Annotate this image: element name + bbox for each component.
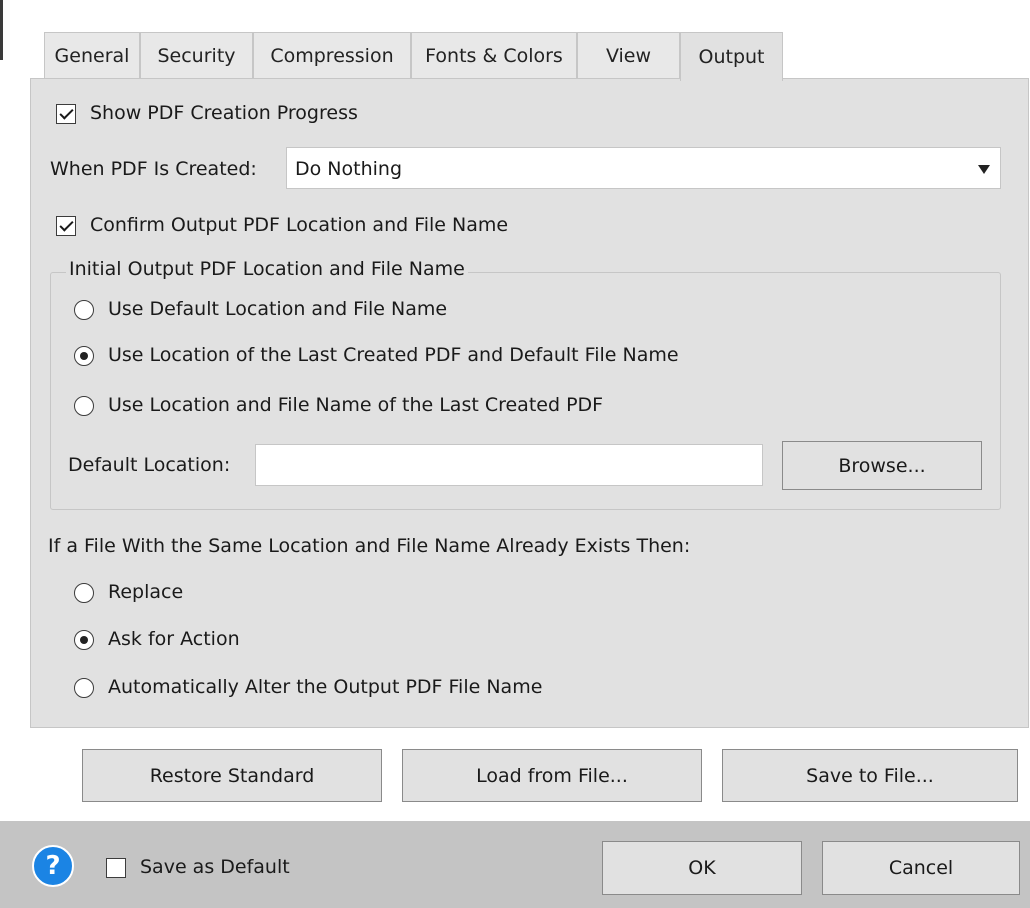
tab-general[interactable]: General — [44, 32, 140, 79]
tab-output[interactable]: Output — [680, 32, 783, 81]
save-to-file-label: Save to File... — [806, 764, 934, 787]
initial-output-group-title: Initial Output PDF Location and File Nam… — [66, 258, 468, 280]
radio-auto-alter-label: Automatically Alter the Output PDF File … — [108, 676, 543, 698]
when-created-select[interactable]: Do Nothing — [286, 147, 1001, 189]
chevron-down-icon — [978, 165, 990, 174]
restore-standard-label: Restore Standard — [149, 764, 315, 787]
radio-last-location-default-name-label: Use Location of the Last Created PDF and… — [108, 344, 679, 366]
radio-replace[interactable] — [74, 583, 94, 603]
tab-view[interactable]: View — [577, 32, 680, 79]
save-as-default-label: Save as Default — [140, 856, 290, 878]
cancel-button[interactable]: Cancel — [822, 841, 1020, 895]
confirm-output-label: Confirm Output PDF Location and File Nam… — [90, 214, 509, 236]
confirm-output-checkbox[interactable] — [56, 216, 76, 236]
show-progress-label: Show PDF Creation Progress — [90, 102, 358, 124]
tab-label: Compression — [270, 45, 394, 67]
radio-last-location-default-name[interactable] — [74, 346, 94, 366]
ok-button-label: OK — [688, 857, 716, 879]
cancel-button-label: Cancel — [888, 857, 954, 879]
save-as-default-checkbox[interactable] — [106, 858, 126, 878]
tab-label: General — [54, 45, 130, 67]
file-exists-label: If a File With the Same Location and Fil… — [48, 535, 691, 557]
show-progress-checkbox[interactable] — [56, 104, 76, 124]
window-left-edge — [0, 0, 3, 60]
tab-label: Security — [157, 45, 236, 67]
radio-ask-for-action-label: Ask for Action — [108, 628, 240, 650]
radio-default-location[interactable] — [74, 300, 94, 320]
default-location-input[interactable] — [255, 444, 763, 486]
tab-label: View — [605, 45, 652, 67]
save-to-file-button[interactable]: Save to File... — [722, 749, 1018, 802]
radio-last-location-and-name-label: Use Location and File Name of the Last C… — [108, 394, 604, 416]
ok-button[interactable]: OK — [602, 841, 802, 895]
default-location-label: Default Location: — [68, 454, 231, 476]
tab-label: Output — [698, 46, 765, 68]
browse-button[interactable]: Browse... — [782, 441, 982, 490]
when-created-value: Do Nothing — [295, 158, 403, 180]
tab-security[interactable]: Security — [140, 32, 253, 79]
tab-label: Fonts & Colors — [425, 45, 563, 67]
tab-compression[interactable]: Compression — [253, 32, 411, 79]
radio-auto-alter[interactable] — [74, 678, 94, 698]
load-from-file-label: Load from File... — [476, 764, 628, 787]
radio-ask-for-action[interactable] — [74, 630, 94, 650]
radio-last-location-and-name[interactable] — [74, 396, 94, 416]
browse-button-label: Browse... — [838, 454, 926, 477]
help-glyph: ? — [45, 851, 61, 881]
radio-default-location-label: Use Default Location and File Name — [108, 298, 448, 320]
help-icon[interactable]: ? — [32, 845, 74, 887]
load-from-file-button[interactable]: Load from File... — [402, 749, 702, 802]
when-created-label: When PDF Is Created: — [50, 158, 257, 180]
restore-standard-button[interactable]: Restore Standard — [82, 749, 382, 802]
radio-replace-label: Replace — [108, 581, 184, 603]
tab-fonts-colors[interactable]: Fonts & Colors — [411, 32, 577, 79]
